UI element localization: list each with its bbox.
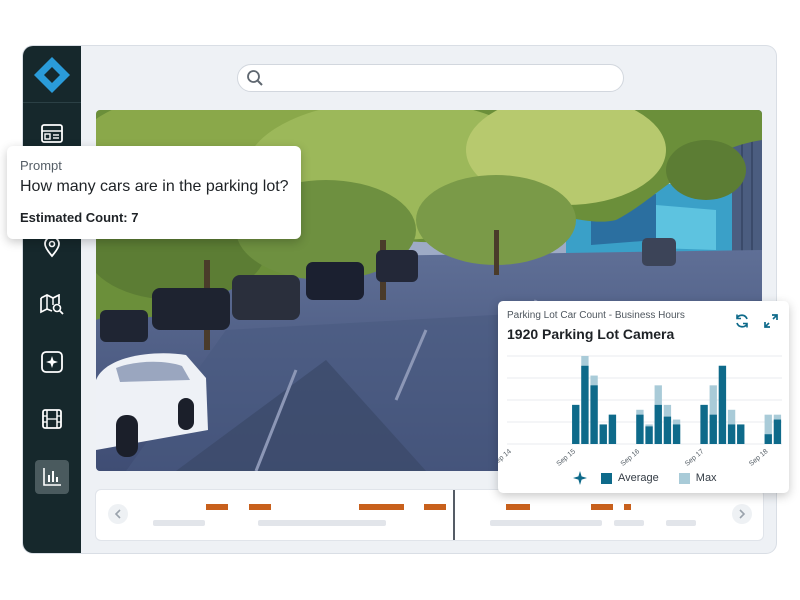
- chevron-right-icon: [739, 509, 746, 519]
- legend-swatch-max: [678, 472, 690, 484]
- prompt-question: How many cars are in the parking lot?: [20, 178, 289, 195]
- bar-average[interactable]: [700, 404, 708, 444]
- timeline-track: [666, 520, 696, 526]
- sidebar-item-dashboard[interactable]: [38, 120, 66, 148]
- bar-average[interactable]: [581, 365, 589, 444]
- bar-average[interactable]: [645, 426, 653, 444]
- bar-average[interactable]: [572, 404, 580, 444]
- sidebar-item-map-search[interactable]: [38, 291, 66, 319]
- bar-average[interactable]: [590, 385, 598, 444]
- bar-average[interactable]: [718, 365, 727, 444]
- chart-legend: Average Max: [573, 471, 717, 485]
- x-tick-label: Sep 14: [498, 448, 513, 468]
- film-icon: [42, 409, 62, 429]
- bar-average[interactable]: [654, 404, 662, 444]
- bar-average[interactable]: [636, 414, 644, 444]
- bar-average[interactable]: [764, 434, 772, 444]
- sidebar-item-ai[interactable]: [38, 348, 66, 376]
- bar-average[interactable]: [709, 414, 717, 444]
- prompt-card: Prompt How many cars are in the parking …: [7, 146, 301, 239]
- legend-swatch-average: [601, 472, 612, 484]
- bar-average[interactable]: [773, 419, 782, 444]
- timeline-prev-button[interactable]: [108, 504, 128, 524]
- x-tick-label: Sep 15: [556, 448, 578, 468]
- timeline-track: [258, 520, 386, 526]
- event-marker[interactable]: [249, 504, 271, 510]
- event-marker[interactable]: [506, 504, 530, 510]
- map-search-icon: [40, 294, 64, 315]
- dashboard-icon: [41, 124, 63, 143]
- event-marker[interactable]: [424, 504, 446, 510]
- sidebar: [23, 46, 81, 553]
- event-marker[interactable]: [359, 504, 404, 510]
- logo[interactable]: [33, 56, 71, 94]
- estimated-count: Estimated Count: 7: [20, 210, 139, 225]
- bar-average[interactable]: [608, 414, 617, 444]
- bar-average[interactable]: [672, 424, 681, 444]
- bar-average[interactable]: [737, 424, 745, 444]
- ai-chip-icon: [41, 351, 63, 373]
- sidebar-item-analytics[interactable]: [35, 460, 69, 494]
- legend-label-max: Max: [695, 472, 717, 484]
- event-marker[interactable]: [624, 504, 631, 510]
- playhead[interactable]: [453, 490, 455, 540]
- legend-label-average: Average: [618, 472, 659, 484]
- sparkle-icon[interactable]: [573, 471, 587, 485]
- playback-timeline[interactable]: [95, 489, 764, 541]
- bar-average[interactable]: [599, 424, 607, 444]
- prompt-title: Prompt: [20, 158, 62, 173]
- bar-average[interactable]: [663, 416, 672, 444]
- sidebar-divider: [23, 102, 81, 103]
- timeline-track: [153, 520, 205, 526]
- sidebar-item-film[interactable]: [38, 405, 66, 433]
- event-marker[interactable]: [206, 504, 228, 510]
- chevron-left-icon: [114, 509, 121, 519]
- x-tick-label: Sep 18: [748, 448, 770, 468]
- chart-card: Parking Lot Car Count - Business Hours 1…: [498, 301, 789, 493]
- event-marker[interactable]: [591, 504, 613, 510]
- timeline-next-button[interactable]: [732, 504, 752, 524]
- car-count-bar-chart: Sep 14 Sep 15 Sep 16 Sep 17 Sep 18: [498, 355, 782, 468]
- timeline-track: [490, 520, 602, 526]
- search-input[interactable]: [237, 64, 624, 92]
- bar-chart-icon: [43, 468, 61, 486]
- search-icon: [247, 70, 263, 86]
- bar-average[interactable]: [727, 424, 736, 444]
- x-tick-label: Sep 17: [684, 448, 706, 468]
- location-pin-icon: [44, 236, 60, 258]
- timeline-track: [614, 520, 644, 526]
- x-tick-label: Sep 16: [620, 448, 642, 468]
